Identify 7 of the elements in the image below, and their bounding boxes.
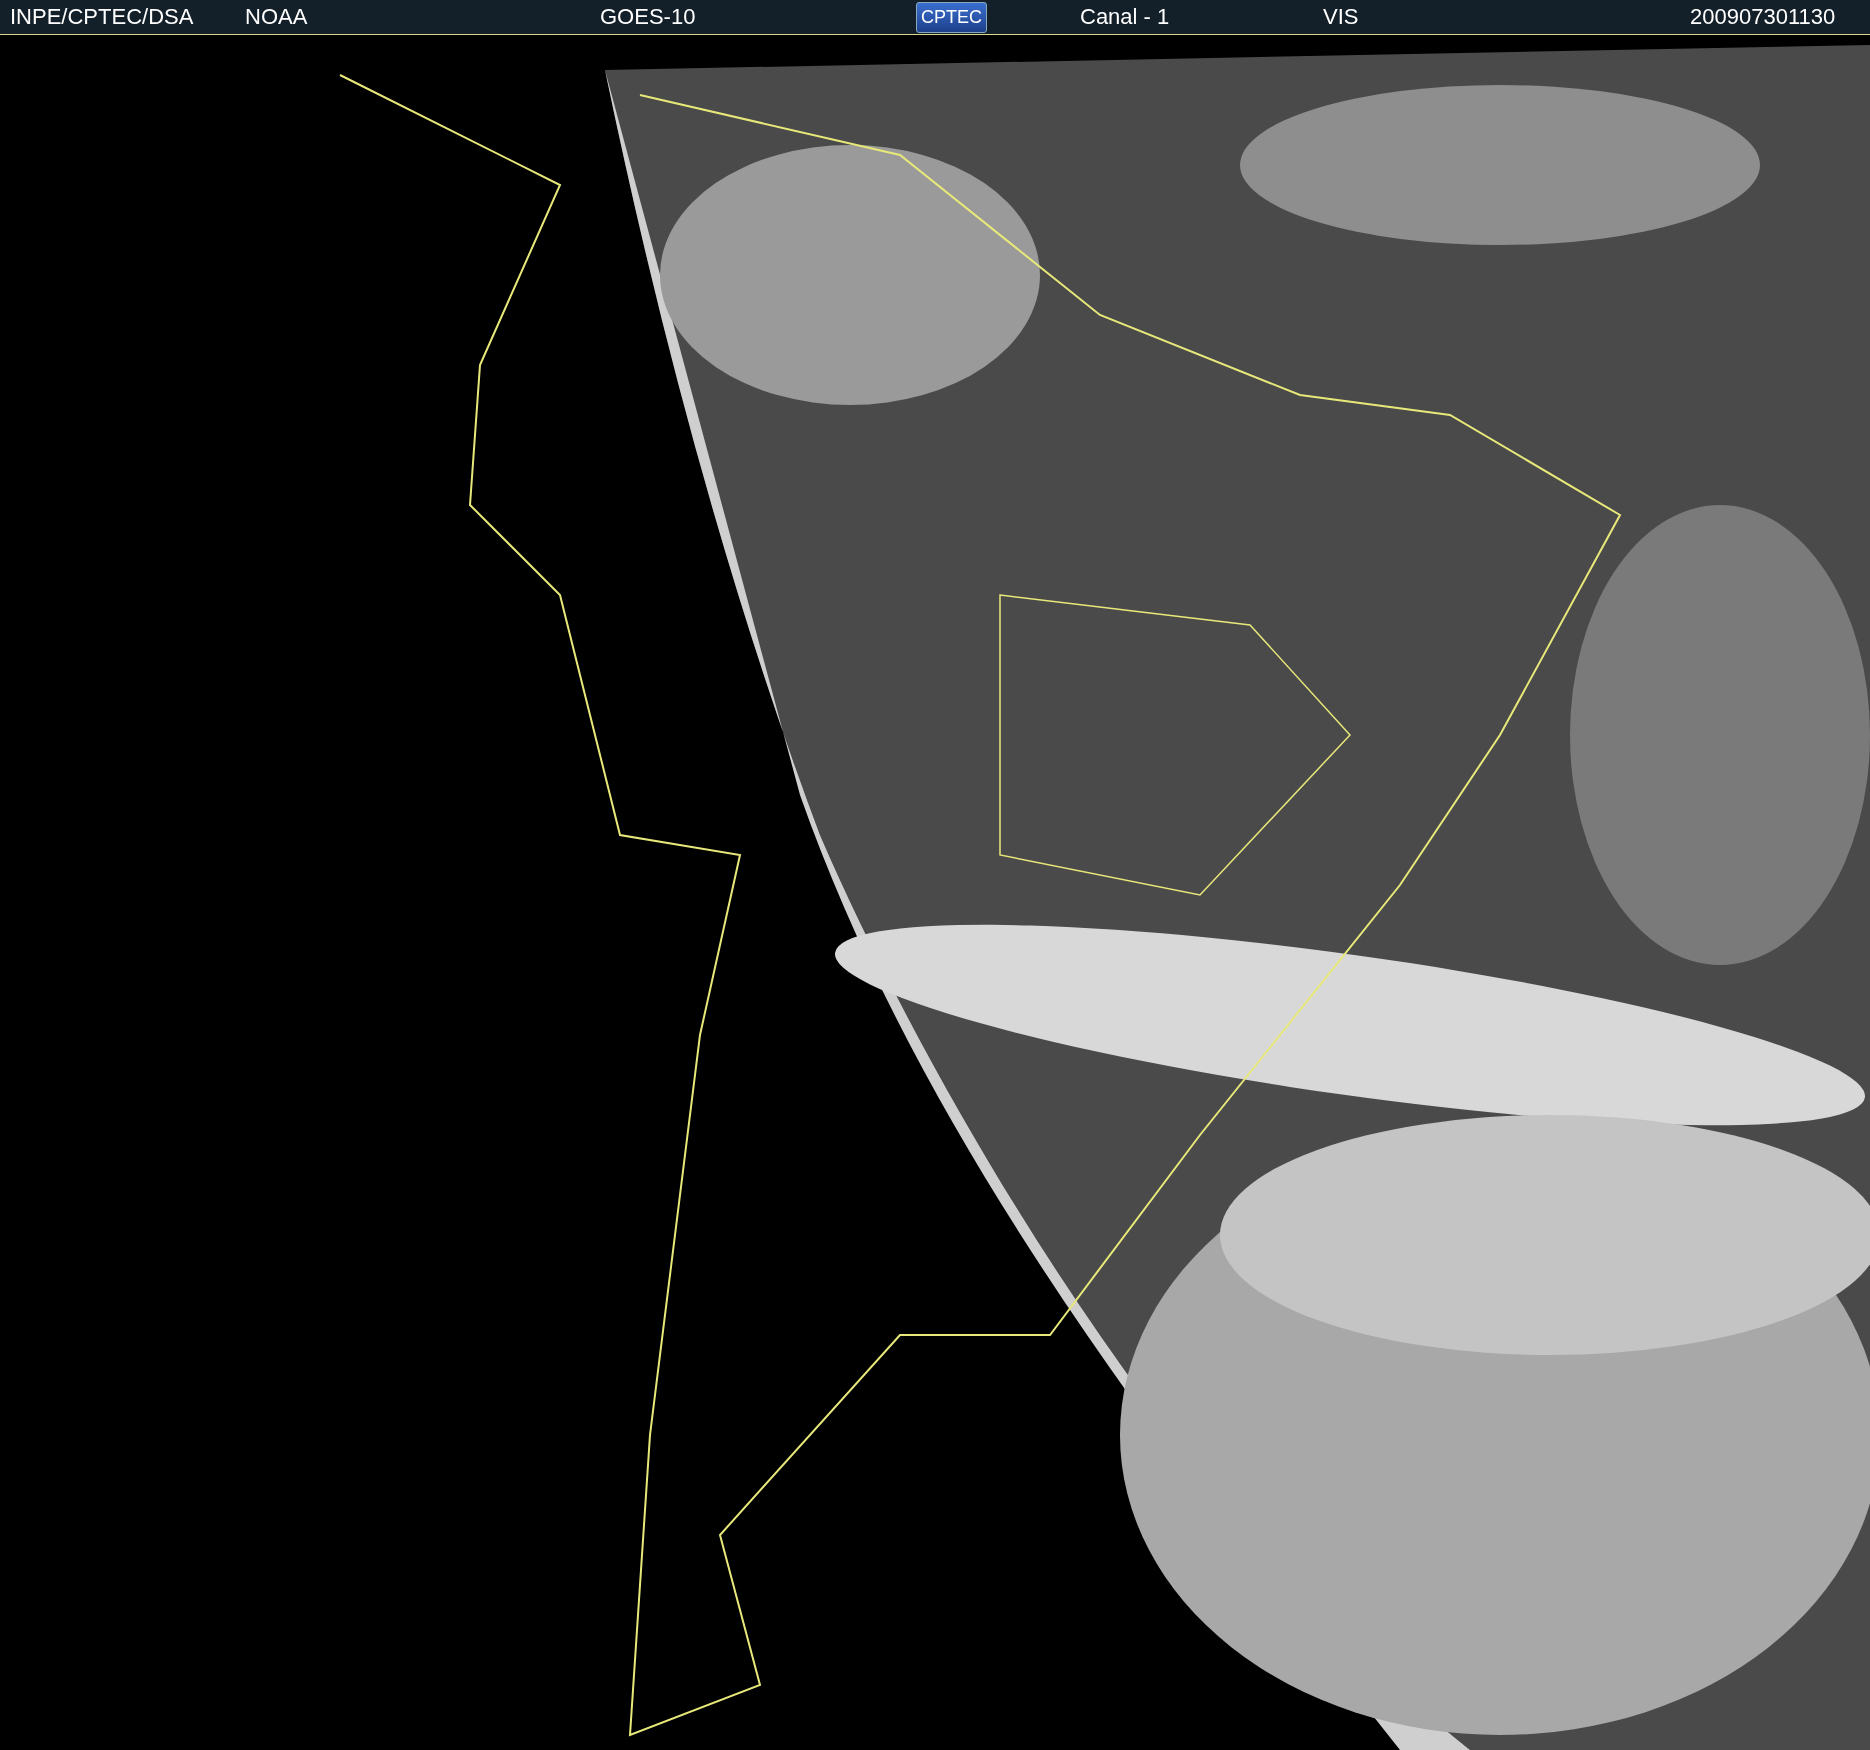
header-label: 200907301130: [1690, 4, 1836, 30]
header-label: INPE/CPTEC/DSA: [9, 4, 194, 30]
header-label: Canal - 1: [1080, 4, 1170, 30]
logo: CPTEC: [916, 1, 987, 33]
header-label: GOES-10: [600, 4, 696, 30]
header-label: VIS: [1323, 4, 1359, 30]
header-label: NOAA: [245, 4, 308, 30]
